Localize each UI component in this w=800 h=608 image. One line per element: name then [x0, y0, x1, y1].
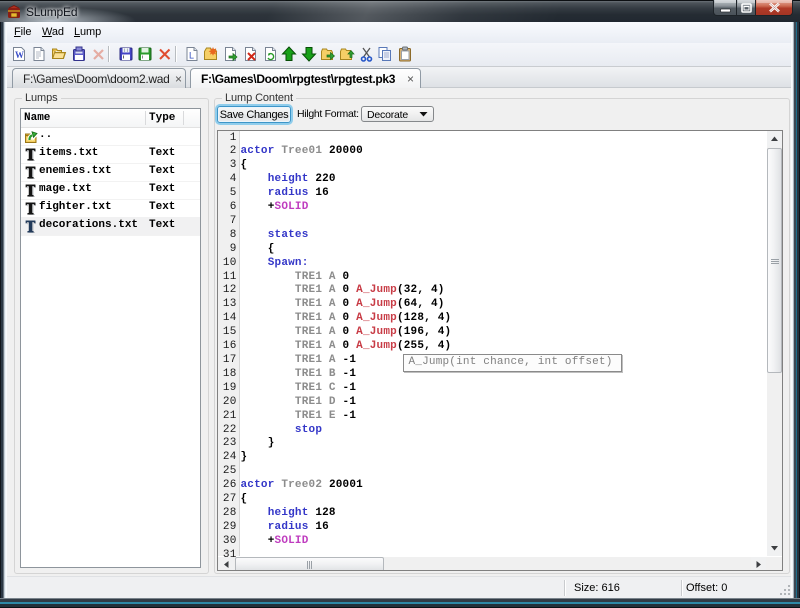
svg-text:W: W	[15, 50, 24, 60]
svg-text:L: L	[189, 51, 194, 61]
